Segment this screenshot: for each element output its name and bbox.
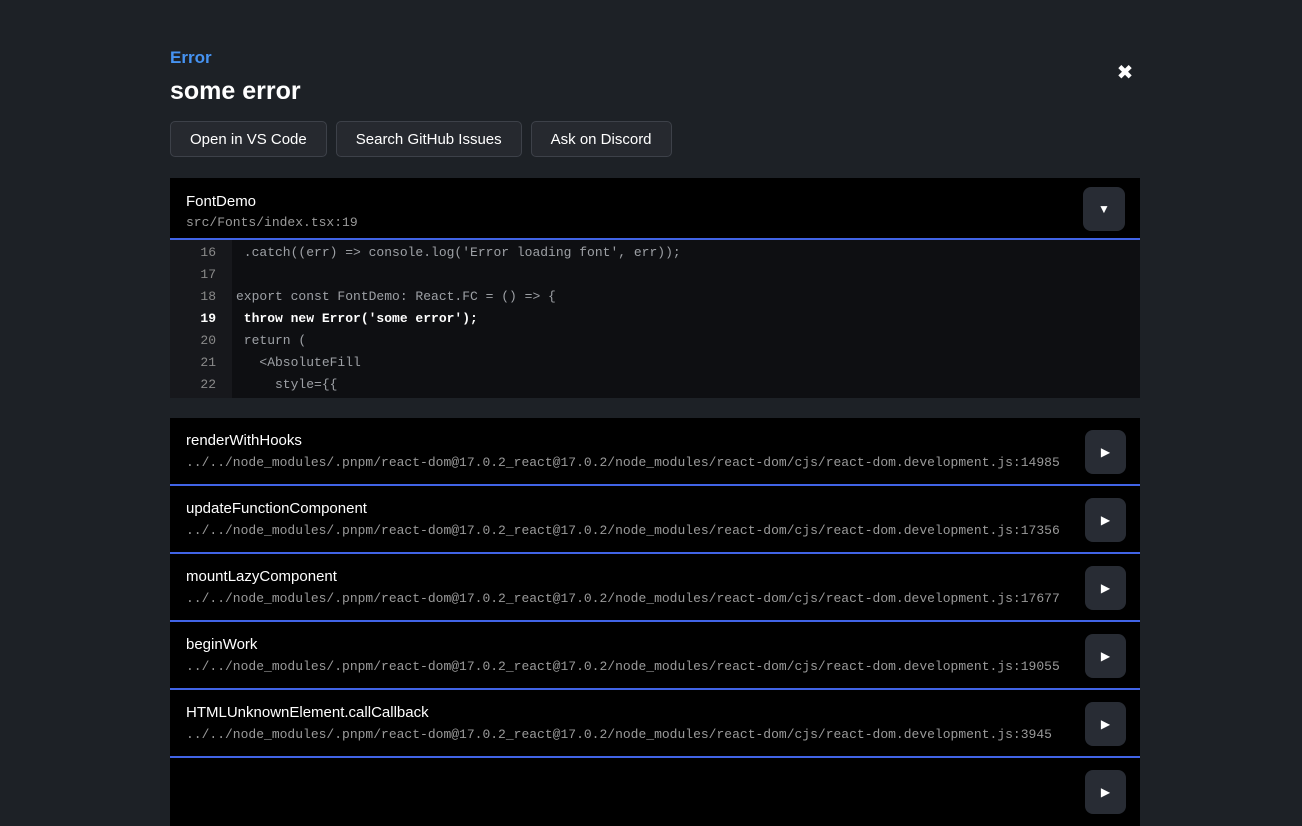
code-frame-function-name: FontDemo — [186, 192, 1124, 211]
expand-frame-button[interactable]: ▶ — [1085, 634, 1126, 678]
stack-frame-path: ../../node_modules/.pnpm/react-dom@17.0.… — [186, 591, 1124, 607]
code-line: 18 export const FontDemo: React.FC = () … — [170, 286, 1140, 308]
close-icon: ✖ — [1117, 62, 1134, 84]
stack-frame-name: updateFunctionComponent — [186, 500, 1124, 517]
caret-right-icon: ▶ — [1101, 513, 1110, 527]
action-button-row: Open in VS Code Search GitHub Issues Ask… — [170, 121, 672, 157]
stack-frame-name: HTMLUnknownElement.callCallback — [186, 704, 1124, 721]
code-line: 22 style={{ — [170, 374, 1140, 396]
line-content — [232, 264, 1140, 286]
code-frame-header: FontDemo src/Fonts/index.tsx:19 ▼ — [170, 178, 1140, 240]
line-number: 21 — [170, 352, 232, 374]
stack-frame-path: ../../node_modules/.pnpm/react-dom@17.0.… — [186, 659, 1124, 675]
line-number: 19 — [170, 308, 232, 330]
stack-trace-list: renderWithHooks ../../node_modules/.pnpm… — [170, 418, 1140, 826]
expand-frame-button[interactable]: ▶ — [1085, 702, 1126, 746]
line-content: .catch((err) => console.log('Error loadi… — [232, 242, 1140, 264]
line-number: 16 — [170, 242, 232, 264]
chevron-down-icon: ▼ — [1098, 202, 1110, 216]
line-number: 22 — [170, 374, 232, 396]
code-line: 16 .catch((err) => console.log('Error lo… — [170, 242, 1140, 264]
stack-frame-name: mountLazyComponent — [186, 568, 1124, 585]
ask-on-discord-button[interactable]: Ask on Discord — [531, 121, 672, 157]
caret-right-icon: ▶ — [1101, 649, 1110, 663]
line-content: <AbsoluteFill — [232, 352, 1140, 374]
stack-frame-path: ../../node_modules/.pnpm/react-dom@17.0.… — [186, 727, 1124, 743]
code-line: 20 return ( — [170, 330, 1140, 352]
expand-frame-button[interactable]: ▶ — [1085, 430, 1126, 474]
stack-frame-partial: ▶ — [170, 758, 1140, 826]
stack-frame-callcallback: HTMLUnknownElement.callCallback ../../no… — [170, 690, 1140, 758]
error-message-title: some error — [170, 77, 301, 106]
code-snippet: 16 .catch((err) => console.log('Error lo… — [170, 240, 1140, 398]
line-content: return ( — [232, 330, 1140, 352]
code-frame-card: FontDemo src/Fonts/index.tsx:19 ▼ 16 .ca… — [170, 178, 1140, 398]
open-in-vscode-button[interactable]: Open in VS Code — [170, 121, 327, 157]
stack-frame-name: beginWork — [186, 636, 1124, 653]
line-content: throw new Error('some error'); — [232, 308, 1140, 330]
caret-right-icon: ▶ — [1101, 785, 1110, 799]
error-type-label: Error — [170, 48, 212, 68]
line-content: style={{ — [232, 374, 1140, 396]
expand-frame-button[interactable]: ▶ — [1085, 566, 1126, 610]
stack-frame-path: ../../node_modules/.pnpm/react-dom@17.0.… — [186, 523, 1124, 539]
line-number: 17 — [170, 264, 232, 286]
stack-frame-updatefunctioncomponent: updateFunctionComponent ../../node_modul… — [170, 486, 1140, 554]
stack-frame-name: renderWithHooks — [186, 432, 1124, 449]
line-number: 20 — [170, 330, 232, 352]
code-line-error: 19 throw new Error('some error'); — [170, 308, 1140, 330]
caret-right-icon: ▶ — [1101, 717, 1110, 731]
caret-right-icon: ▶ — [1101, 445, 1110, 459]
line-number: 18 — [170, 286, 232, 308]
stack-frame-renderwithhooks: renderWithHooks ../../node_modules/.pnpm… — [170, 418, 1140, 486]
expand-frame-button[interactable]: ▶ — [1085, 498, 1126, 542]
stack-frame-mountlazycomponent: mountLazyComponent ../../node_modules/.p… — [170, 554, 1140, 622]
close-button[interactable]: ✖ — [1108, 56, 1142, 90]
code-frame-location: src/Fonts/index.tsx:19 — [186, 215, 1124, 231]
search-github-issues-button[interactable]: Search GitHub Issues — [336, 121, 522, 157]
code-line: 21 <AbsoluteFill — [170, 352, 1140, 374]
stack-frame-path: ../../node_modules/.pnpm/react-dom@17.0.… — [186, 455, 1124, 471]
collapse-code-button[interactable]: ▼ — [1083, 187, 1125, 231]
code-line: 17 — [170, 264, 1140, 286]
stack-frame-beginwork: beginWork ../../node_modules/.pnpm/react… — [170, 622, 1140, 690]
expand-frame-button[interactable]: ▶ — [1085, 770, 1126, 814]
caret-right-icon: ▶ — [1101, 581, 1110, 595]
line-content: export const FontDemo: React.FC = () => … — [232, 286, 1140, 308]
